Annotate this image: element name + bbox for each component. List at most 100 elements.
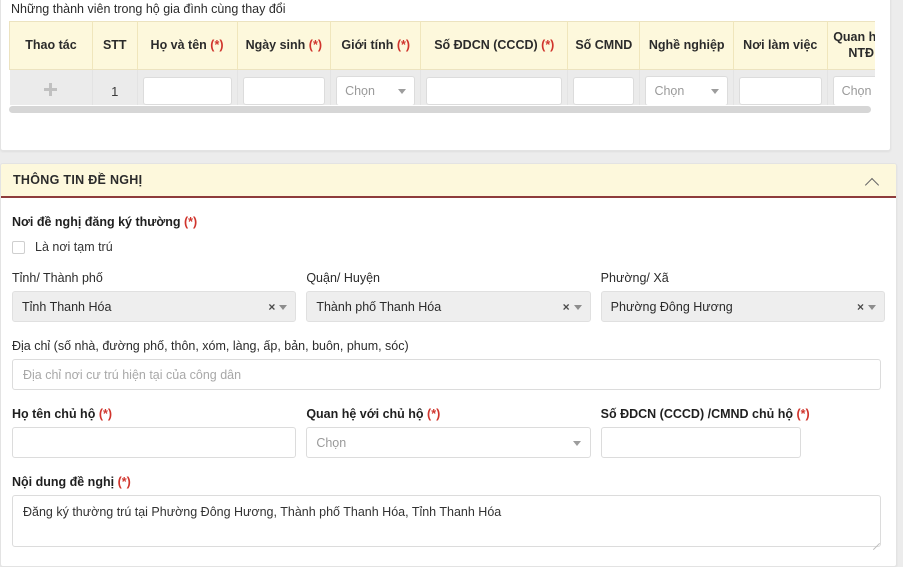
col-label: Ngày sinh bbox=[245, 37, 306, 52]
section-title: THÔNG TIN ĐỀ NGHỊ bbox=[13, 173, 143, 187]
required-marker: (*) bbox=[98, 407, 113, 421]
address-label: Địa chỉ (số nhà, đường phố, thôn, xóm, l… bbox=[12, 339, 409, 353]
householder-id-input[interactable] bbox=[600, 427, 801, 458]
temp-residence-row[interactable]: Là nơi tạm trú bbox=[12, 240, 885, 254]
col-header-gioi-tinh: Giới tính (*) bbox=[330, 21, 422, 70]
col-header-so-cmnd: Số CMND bbox=[567, 21, 641, 70]
householder-id-field: Số ĐDCN (CCCD) /CMND chủ hộ (*) bbox=[600, 407, 885, 458]
col-label: Số ĐDCN (CCCD) bbox=[434, 37, 538, 52]
member-ddcn-input[interactable] bbox=[426, 77, 563, 106]
clear-icon[interactable]: × bbox=[563, 301, 570, 313]
request-content-label: Nội dung đề nghị (*) bbox=[12, 475, 885, 489]
householder-relation-field: Quan hệ với chủ hộ (*) Chọn bbox=[306, 407, 591, 458]
clear-icon[interactable]: × bbox=[268, 301, 275, 313]
member-fullname-input[interactable] bbox=[142, 77, 232, 106]
request-content-field: Nội dung đề nghị (*) bbox=[12, 475, 885, 552]
member-gender-select[interactable]: Chọn bbox=[336, 76, 416, 107]
select-value: Tỉnh Thanh Hóa bbox=[22, 299, 112, 314]
district-field: Quận/ Huyện Thành phố Thanh Hóa × bbox=[306, 271, 591, 322]
col-header-ngay-sinh: Ngày sinh (*) bbox=[237, 21, 332, 70]
col-label: Quan hệ với NTĐ bbox=[833, 29, 875, 60]
district-label: Quận/ Huyện bbox=[306, 271, 380, 285]
members-table-horizontal-scrollbar[interactable] bbox=[9, 105, 875, 114]
col-header-noi-lam-viec: Nơi làm việc bbox=[733, 21, 828, 70]
label-text: Nội dung đề nghị bbox=[12, 475, 115, 489]
col-label: Giới tính bbox=[341, 37, 394, 52]
select-value: Chọn bbox=[316, 435, 347, 450]
col-label: Nghề nghiệp bbox=[648, 37, 725, 52]
col-header-quan-he-ntd: Quan hệ với NTĐ (*) bbox=[827, 21, 875, 70]
member-occupation-select[interactable]: Chọn bbox=[645, 76, 728, 107]
select-value: Chọn bbox=[345, 84, 375, 99]
province-select[interactable]: Tỉnh Thanh Hóa × bbox=[12, 291, 297, 322]
chevron-down-icon bbox=[572, 440, 581, 446]
col-label: STT bbox=[102, 37, 127, 52]
members-table-viewport: Thao tác STT Họ và tên (*) Ngày sinh (*) bbox=[9, 21, 875, 113]
province-label: Tỉnh/ Thành phố bbox=[12, 271, 103, 285]
select-value: Phường Đông Hương bbox=[610, 299, 733, 314]
chevron-down-icon bbox=[573, 304, 582, 310]
householder-relation-label: Quan hệ với chủ hộ (*) bbox=[306, 407, 590, 421]
required-marker: (*) bbox=[427, 407, 441, 421]
add-row-icon[interactable] bbox=[44, 83, 58, 97]
district-select[interactable]: Thành phố Thanh Hóa × bbox=[306, 291, 591, 322]
chevron-down-icon bbox=[398, 89, 407, 95]
required-marker: (*) bbox=[541, 37, 555, 52]
chevron-down-icon bbox=[711, 89, 719, 95]
place-group-label-text: Nơi đề nghị đăng ký thường bbox=[12, 215, 181, 229]
address-input[interactable] bbox=[12, 359, 881, 390]
householder-relation-select[interactable]: Chọn bbox=[306, 427, 591, 458]
label-text: Quan hệ với chủ hộ bbox=[306, 407, 424, 421]
temp-residence-label: Là nơi tạm trú bbox=[35, 240, 113, 254]
label-text: Họ tên chủ hộ bbox=[12, 407, 96, 421]
address-field: Địa chỉ (số nhà, đường phố, thôn, xóm, l… bbox=[12, 339, 885, 390]
select-value: Thành phố Thanh Hóa bbox=[316, 299, 442, 314]
ward-select[interactable]: Phường Đông Hương × bbox=[600, 291, 885, 322]
required-marker: (*) bbox=[396, 37, 411, 52]
col-header-ho-va-ten: Họ và tên (*) bbox=[137, 21, 238, 70]
ward-label: Phường/ Xã bbox=[600, 271, 669, 285]
member-birthdate-input[interactable] bbox=[242, 77, 326, 106]
col-header-thao-tac: Thao tác bbox=[9, 21, 93, 70]
members-table-header-row: Thao tác STT Họ và tên (*) Ngày sinh (*) bbox=[9, 21, 875, 70]
col-header-so-ddcn: Số ĐDCN (CCCD) (*) bbox=[420, 21, 569, 70]
householder-id-label: Số ĐDCN (CCCD) /CMND chủ hộ (*) bbox=[601, 407, 885, 421]
householder-name-input[interactable] bbox=[12, 427, 297, 458]
province-field: Tỉnh/ Thành phố Tỉnh Thanh Hóa × bbox=[12, 271, 297, 322]
request-content-textarea[interactable] bbox=[12, 495, 881, 547]
household-members-card: Những thành viên trong hộ gia đình cùng … bbox=[0, 0, 891, 151]
select-value: Chọn bbox=[654, 84, 685, 99]
required-marker: (*) bbox=[117, 475, 131, 489]
select-value: Chọn bbox=[841, 84, 872, 99]
page-root: Những thành viên trong hộ gia đình cùng … bbox=[0, 0, 903, 567]
col-header-stt: STT bbox=[92, 21, 138, 70]
member-cmnd-input[interactable] bbox=[573, 77, 635, 106]
ward-field: Phường/ Xã Phường Đông Hương × bbox=[600, 271, 885, 322]
required-marker: (*) bbox=[183, 215, 198, 229]
scrollbar-thumb[interactable] bbox=[9, 106, 871, 113]
temp-residence-checkbox[interactable] bbox=[12, 240, 25, 254]
chevron-down-icon bbox=[867, 304, 876, 310]
col-label: Số CMND bbox=[575, 37, 633, 52]
col-header-nghe-nghiep: Nghề nghiệp bbox=[639, 21, 734, 70]
col-label: Thao tác bbox=[25, 37, 77, 52]
place-group-label: Nơi đề nghị đăng ký thường (*) bbox=[12, 215, 885, 229]
required-marker: (*) bbox=[308, 37, 322, 52]
householder-name-label: Họ tên chủ hộ (*) bbox=[12, 407, 296, 421]
householder-row: Họ tên chủ hộ (*) Quan hệ với chủ hộ (*)… bbox=[12, 407, 885, 458]
location-selects-row: Tỉnh/ Thành phố Tỉnh Thanh Hóa × Quận/ H… bbox=[12, 271, 885, 322]
member-workplace-input[interactable] bbox=[739, 77, 822, 106]
chevron-down-icon bbox=[279, 304, 288, 310]
col-label: Họ và tên bbox=[150, 37, 207, 52]
label-text: Số ĐDCN (CCCD) /CMND chủ hộ bbox=[600, 407, 793, 421]
members-table: Thao tác STT Họ và tên (*) Ngày sinh (*) bbox=[9, 21, 875, 113]
request-info-body: Nơi đề nghị đăng ký thường (*) Là nơi tạ… bbox=[1, 215, 896, 552]
request-info-section-header[interactable]: THÔNG TIN ĐỀ NGHỊ bbox=[1, 164, 896, 198]
members-table-caption: Những thành viên trong hộ gia đình cùng … bbox=[11, 2, 286, 16]
member-relation-ntd-select[interactable]: Chọn bbox=[832, 76, 875, 107]
householder-name-field: Họ tên chủ hộ (*) bbox=[12, 407, 297, 458]
chevron-up-icon[interactable] bbox=[867, 176, 878, 187]
clear-icon[interactable]: × bbox=[857, 301, 864, 313]
required-marker: (*) bbox=[210, 37, 224, 52]
request-info-card: THÔNG TIN ĐỀ NGHỊ Nơi đề nghị đăng ký th… bbox=[0, 163, 897, 567]
